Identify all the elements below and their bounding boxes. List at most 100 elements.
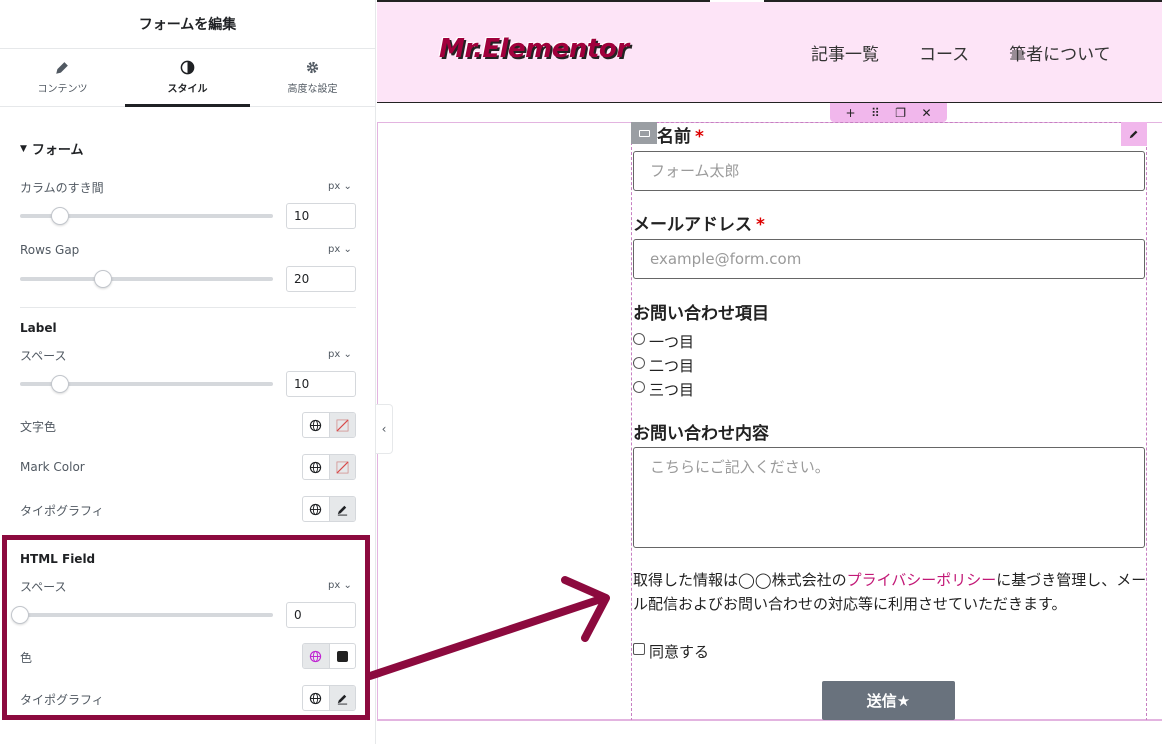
divider	[20, 307, 356, 308]
label-space-input[interactable]: 10	[286, 371, 356, 397]
submit-button[interactable]: 送信★	[822, 681, 955, 720]
collapse-panel-button[interactable]: ‹	[376, 404, 393, 454]
column-gap-label: カラムのすき間	[20, 181, 104, 195]
html-field-space-input[interactable]: 0	[286, 602, 356, 628]
required-mark: *	[756, 215, 765, 235]
pencil-icon	[1129, 130, 1138, 139]
html-field-space-slider[interactable]	[11, 606, 273, 624]
edit-widget-button[interactable]	[1121, 122, 1147, 146]
name-label-text: 名前	[657, 127, 691, 147]
radio-option-1[interactable]: 一つ目	[633, 331, 694, 352]
html-field-typography-control	[302, 685, 356, 711]
radio-button[interactable]	[633, 332, 645, 345]
global-color-button[interactable]	[303, 455, 329, 479]
site-logo[interactable]: Mr.Elementor	[439, 34, 629, 64]
close-icon[interactable]: ✕	[921, 106, 931, 120]
radio-button[interactable]	[633, 380, 645, 393]
privacy-policy-link[interactable]: プライバシーポリシー	[847, 571, 997, 589]
label-typography-control	[302, 496, 356, 522]
preview-canvas: Mr.Elementor 記事一覧 コース 筆者について + ⠿ ❐ ✕ 名前 *…	[377, 0, 1162, 744]
section-form-title: フォーム	[31, 143, 84, 158]
globe-icon	[310, 692, 322, 704]
edit-typography-button[interactable]	[328, 686, 355, 710]
slider-handle[interactable]	[94, 270, 113, 288]
tab-advanced[interactable]: 高度な設定	[250, 49, 375, 106]
rows-gap-label: Rows Gap	[20, 243, 80, 257]
radio-label: 二つ目	[649, 357, 695, 375]
panel-tabs: コンテンツ スタイル 高度な設定	[0, 49, 375, 107]
message-label: お問い合わせ内容	[633, 424, 769, 444]
caret-down-icon: ▼	[20, 143, 27, 154]
drag-handle-icon[interactable]: ⠿	[871, 106, 880, 120]
html-field-text: 取得した情報は◯◯株式会社のプライバシーポリシーに基づき管理し、メール配信および…	[633, 568, 1147, 616]
edit-typography-button[interactable]	[328, 497, 355, 521]
globe-icon	[310, 419, 322, 431]
add-icon[interactable]: +	[845, 106, 855, 120]
required-mark: *	[695, 127, 704, 147]
message-textarea[interactable]: こちらにご記入ください。	[633, 447, 1145, 548]
widget-toolbar: + ⠿ ❐ ✕	[830, 103, 947, 122]
agree-checkbox[interactable]	[633, 642, 645, 655]
nav-item-author[interactable]: 筆者について	[1009, 40, 1111, 65]
header-top-gap	[710, 0, 764, 2]
global-color-button[interactable]	[303, 413, 329, 437]
email-input[interactable]: example@form.com	[633, 239, 1145, 279]
tab-style[interactable]: スタイル	[125, 49, 250, 107]
rows-gap-unit[interactable]: px ⌄	[328, 244, 352, 255]
nav-item-articles[interactable]: 記事一覧	[811, 40, 879, 65]
section-toggle-form[interactable]: ▼ フォーム	[20, 139, 84, 158]
html-field-color-control	[302, 643, 356, 669]
radio-option-2[interactable]: 二つ目	[633, 355, 694, 376]
pencil-icon	[56, 62, 68, 74]
rows-gap-slider[interactable]	[20, 270, 273, 288]
color-picker-button[interactable]	[328, 644, 356, 668]
html-field-space-unit[interactable]: px ⌄	[328, 580, 352, 591]
label-space-unit[interactable]: px ⌄	[328, 349, 352, 360]
inquiry-type-label: お問い合わせ項目	[633, 304, 769, 324]
tab-content-label: コンテンツ	[37, 84, 88, 95]
rows-gap-input[interactable]: 20	[286, 266, 356, 292]
global-color-button[interactable]	[303, 644, 329, 668]
tab-style-label: スタイル	[167, 84, 208, 95]
html-field-space-label: スペース	[20, 580, 67, 594]
label-space-slider[interactable]	[20, 375, 273, 393]
html-field-typography-label: タイポグラフィ	[20, 693, 104, 707]
color-picker-button[interactable]	[328, 455, 355, 479]
slider-handle[interactable]	[11, 606, 29, 624]
email-label: メールアドレス *	[633, 210, 765, 235]
email-label-text: メールアドレス	[633, 215, 752, 235]
label-section-title: Label	[20, 321, 57, 335]
pencil-icon	[337, 694, 347, 705]
global-typography-button[interactable]	[303, 686, 329, 710]
label-space-label: スペース	[20, 349, 67, 363]
column-handle[interactable]	[631, 122, 657, 144]
name-input[interactable]: フォーム太郎	[633, 151, 1145, 191]
radio-label: 三つ目	[649, 381, 695, 399]
site-nav: 記事一覧 コース 筆者について	[811, 40, 1111, 65]
agree-checkbox-row[interactable]: 同意する	[633, 641, 709, 662]
nav-item-courses[interactable]: コース	[919, 40, 969, 65]
slider-handle[interactable]	[51, 207, 70, 225]
global-typography-button[interactable]	[303, 497, 329, 521]
tab-content[interactable]: コンテンツ	[0, 49, 125, 106]
radio-label: 一つ目	[649, 333, 695, 351]
globe-icon	[310, 650, 322, 662]
text-color-label: 文字色	[20, 420, 57, 434]
no-color-icon	[336, 461, 349, 473]
column-icon	[638, 129, 650, 137]
duplicate-icon[interactable]: ❐	[895, 106, 906, 120]
agree-label: 同意する	[649, 643, 710, 661]
no-color-icon	[336, 419, 349, 431]
radio-button[interactable]	[633, 356, 645, 369]
column-gap-unit[interactable]: px ⌄	[328, 181, 352, 192]
radio-option-3[interactable]: 三つ目	[633, 379, 694, 400]
column-gap-slider[interactable]	[20, 207, 273, 225]
color-swatch	[336, 650, 348, 662]
editor-panel: フォームを編集 コンテンツ スタイル 高度な設定 ▼ フォーム カラムのすき間 …	[0, 0, 376, 744]
color-picker-button[interactable]	[328, 413, 355, 437]
html-field-section-title: HTML Field	[20, 552, 96, 566]
mark-color-label: Mark Color	[20, 460, 85, 474]
slider-handle[interactable]	[51, 375, 70, 393]
panel-title: フォームを編集	[0, 0, 375, 49]
column-gap-input[interactable]: 10	[286, 203, 356, 229]
